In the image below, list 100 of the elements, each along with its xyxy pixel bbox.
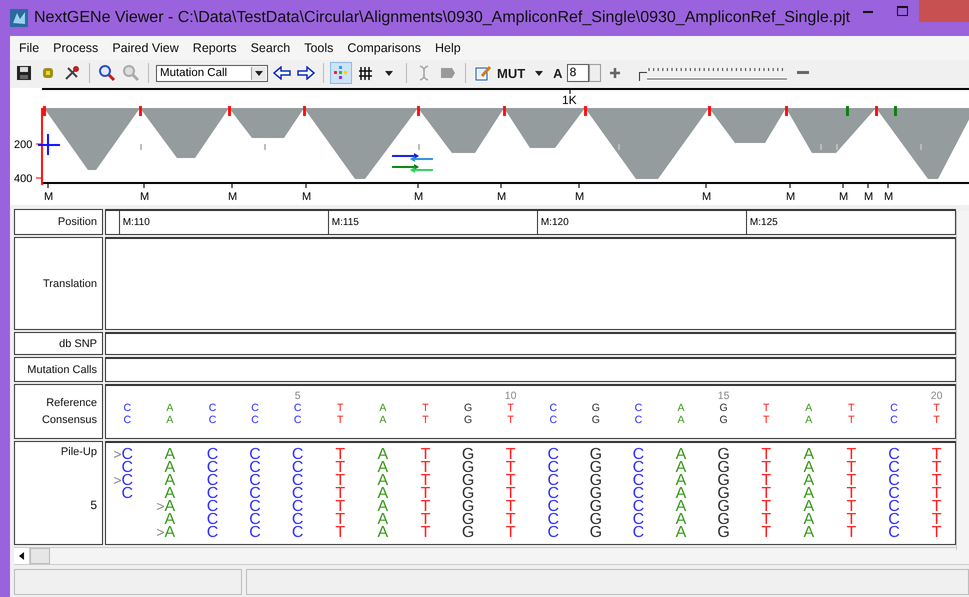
menu-item[interactable]: Tools [297, 39, 340, 57]
reference-base: G [464, 402, 472, 414]
maximize-icon[interactable] [896, 6, 908, 16]
marker-label: M [140, 191, 150, 203]
read-start-marker: > [156, 500, 165, 513]
mode-dropdown[interactable]: Mutation Call [156, 64, 268, 82]
color-grid-icon[interactable] [331, 63, 351, 83]
app-icon [10, 9, 28, 27]
read-base: C [122, 485, 134, 502]
marker-tick [139, 106, 142, 116]
save-icon[interactable] [14, 63, 34, 83]
minimize-icon[interactable] [863, 10, 873, 12]
consensus-base: T [848, 414, 855, 426]
read-base: T [932, 524, 942, 541]
window-title: NextGENe Viewer - C:\Data\TestData\Circular\Alignments\0930_AmpliconRef_Single\0930_AmpliconRef_Single.pjt [34, 9, 850, 27]
consensus-base: C [549, 414, 558, 426]
marker-tick [43, 106, 46, 116]
read-base: C [547, 524, 560, 541]
read-base: G [590, 524, 602, 541]
read-base: T [335, 524, 346, 541]
zoom-in-icon[interactable] [97, 63, 117, 83]
marker-label: M [228, 191, 238, 203]
marker-tick [417, 106, 420, 116]
track-label: Consensus [42, 414, 97, 426]
consensus-base: G [464, 414, 472, 426]
consensus-base: G [592, 414, 600, 426]
horizontal-scrollbar[interactable] [14, 547, 969, 565]
consensus-base: A [379, 414, 386, 426]
font-size-label[interactable]: A [553, 66, 563, 80]
consensus-base: T [933, 414, 940, 426]
reference-base: A [379, 402, 386, 414]
marker-tick [894, 106, 897, 116]
reference-base: C [294, 402, 302, 414]
menu-item[interactable]: Paired View [105, 39, 186, 57]
track-label: Position [14, 209, 103, 235]
marker-label: M [884, 191, 894, 203]
reference-base: G [592, 402, 600, 414]
base-index: 15 [718, 390, 730, 402]
vertical-scrollbar[interactable] [956, 211, 969, 550]
read-pair-drawing [392, 153, 433, 173]
base-index: 20 [930, 390, 942, 402]
marker-label: M [786, 191, 796, 203]
read-base: A [164, 524, 176, 541]
read-base: T [846, 524, 856, 541]
left-arrow-icon[interactable] [272, 63, 292, 83]
track-label: Reference [46, 397, 97, 409]
menu-item[interactable]: Search [244, 39, 298, 57]
track-label: db SNP [14, 332, 103, 355]
right-arrow-icon[interactable] [296, 63, 316, 83]
reference-base: G [720, 402, 728, 414]
consensus-base: T [762, 414, 770, 426]
reference-base: C [208, 402, 216, 414]
menu-item[interactable]: Reports [186, 39, 244, 57]
consensus-base: C [890, 414, 898, 426]
marker-tick [708, 106, 711, 116]
marker-tick [846, 106, 849, 116]
read-base: A [676, 524, 686, 541]
marker-label: M [702, 191, 712, 203]
position-label: M:115 [332, 217, 359, 228]
menu-item[interactable]: Help [428, 39, 468, 57]
font-size-field[interactable]: 8 [566, 64, 589, 82]
depth-label: 5 [90, 498, 97, 512]
read-base: G [717, 524, 730, 541]
reference-base: C [124, 402, 132, 414]
scroll-thumb[interactable] [30, 548, 50, 564]
edit-icon[interactable] [473, 63, 493, 83]
read-base: A [378, 524, 388, 541]
consensus-base: A [678, 414, 685, 426]
marker-label: M [497, 191, 506, 203]
menu-item[interactable]: File [12, 39, 46, 57]
marker-label: M [414, 191, 424, 203]
track-label: Translation [14, 237, 103, 330]
track-label: Pile-Up [60, 446, 97, 458]
read-base: T [506, 524, 516, 541]
axis-label: 400 [14, 173, 32, 185]
track-label: Mutation Calls [14, 357, 103, 382]
reference-base: T [507, 402, 514, 414]
reference-base: A [678, 402, 685, 414]
read-base: C [249, 524, 261, 541]
position-label: M:120 [540, 217, 569, 228]
consensus-base: T [337, 414, 344, 426]
marker-label: M [839, 191, 848, 203]
marker-label: M [302, 191, 312, 203]
consensus-base: A [805, 414, 812, 426]
consensus-base: T [422, 414, 429, 426]
slider-thumb[interactable] [638, 72, 647, 81]
menu-item[interactable]: Comparisons [340, 39, 428, 57]
left-arrow-icon[interactable] [19, 552, 24, 560]
mutation-label[interactable]: MUT [497, 66, 526, 80]
reference-base: A [805, 402, 812, 414]
menu-item[interactable]: Process [46, 39, 106, 57]
consensus-base: T [507, 414, 514, 426]
read-start-marker: > [113, 448, 122, 461]
reference-base: T [933, 402, 940, 414]
read-base: C [632, 524, 644, 541]
marker-label: M [44, 191, 54, 203]
base-index: 10 [504, 390, 516, 402]
caret-icon[interactable] [255, 70, 263, 76]
marker-label: M [864, 191, 874, 203]
reference-base: T [762, 402, 770, 414]
